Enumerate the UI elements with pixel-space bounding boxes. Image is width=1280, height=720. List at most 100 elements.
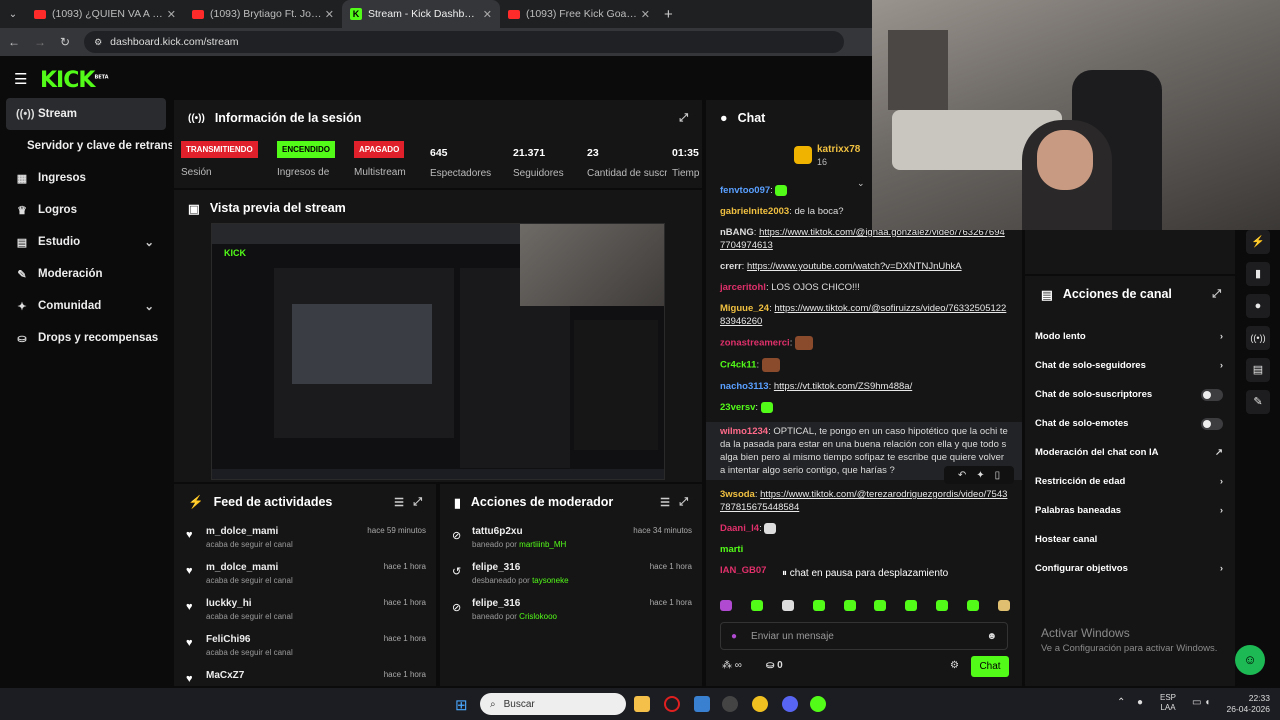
language-indicator[interactable]: ESP LAA	[1160, 693, 1176, 713]
gift-counter[interactable]: ⛀ 0	[766, 660, 783, 671]
expand-icon[interactable]: ⤢	[679, 112, 688, 125]
pin-icon[interactable]: ✦	[976, 470, 984, 481]
emote-icon[interactable]	[936, 600, 949, 611]
emote-icon[interactable]	[812, 600, 825, 611]
delete-icon[interactable]: ▯	[995, 470, 1001, 481]
close-tab-icon[interactable]: ✕	[483, 8, 492, 21]
close-tab-icon[interactable]: ✕	[167, 8, 176, 21]
subs-only-toggle[interactable]	[1201, 388, 1223, 401]
sidebar-item-ingresos[interactable]: ▦ Ingresos	[0, 162, 172, 194]
file-explorer-icon[interactable]	[634, 696, 650, 712]
chat-settings-icon[interactable]: ⚙	[950, 660, 959, 671]
close-tab-icon[interactable]: ✕	[641, 8, 650, 21]
session-info-title: Información de la sesión	[214, 111, 362, 125]
document-icon[interactable]: ▮	[1246, 262, 1270, 286]
support-icon[interactable]: ☺	[1235, 645, 1265, 675]
sidebar-item-stream[interactable]: ((•)) Stream	[6, 98, 166, 130]
kick-logo[interactable]: KICKBETA	[40, 68, 109, 93]
expand-icon[interactable]: ⤢	[679, 496, 688, 509]
emote-icon[interactable]	[905, 600, 918, 611]
channel-actions-panel: ▤ Acciones de canal ⤢ Modo lento › Chat de …	[1025, 276, 1235, 686]
emotes-only-toggle[interactable]	[1201, 417, 1223, 430]
clock[interactable]: 22:33 26-04-2026	[1226, 693, 1270, 715]
mic-icon[interactable]: ●	[731, 631, 737, 642]
wrench-icon: ✎	[17, 268, 27, 281]
chat-message: 3wsoda: https://www.tiktok.com/@terezaro…	[720, 489, 1008, 513]
send-chat-button[interactable]: Chat	[971, 656, 1009, 677]
emote-icon[interactable]	[843, 600, 856, 611]
heart-icon: ♥	[186, 565, 193, 577]
gift-icon: ⛀	[766, 660, 778, 671]
pause-icon: ⏸	[782, 568, 790, 579]
app-icon[interactable]	[694, 696, 710, 712]
tray-chevron-icon[interactable]: ⌃	[1117, 697, 1125, 708]
filter-icon[interactable]: ☰	[394, 496, 404, 509]
moderator-actions-header: ▮ Acciones de moderador ☰ ⤢	[454, 495, 688, 510]
emote-icon[interactable]	[997, 600, 1010, 611]
browser-tab-4[interactable]: (1093) Free Kick Goal Dimitri Pa✕	[500, 0, 658, 28]
chat-paused-notice[interactable]: ⏸ chat en pausa para desplazamiento	[776, 566, 955, 581]
new-tab-button[interactable]: +	[658, 6, 673, 23]
reply-icon[interactable]: ↶	[958, 470, 966, 481]
windows-start-icon[interactable]: ⊞	[455, 696, 468, 714]
search-icon: ⌕	[490, 698, 496, 710]
expand-icon[interactable]: ⤢	[413, 496, 422, 509]
sidebar-item-drops[interactable]: ⛀ Drops y recompensas	[0, 322, 172, 354]
sidebar-item-logros[interactable]: ♛ Logros	[0, 194, 172, 226]
browser-tab-1[interactable]: (1093) ¿QUIEN VA A GANAR LA✕	[26, 0, 184, 28]
action-configure-goals[interactable]: Configurar objetivos ›	[1025, 554, 1235, 583]
trophy-icon: ♛	[17, 204, 27, 217]
emote-icon[interactable]	[750, 600, 763, 611]
points-counter[interactable]: ⁂ ∞	[722, 660, 742, 671]
emote-icon[interactable]	[781, 600, 794, 611]
stat-followers: 21.371 Seguidores	[513, 147, 564, 179]
chrome-icon[interactable]	[752, 696, 768, 712]
expand-icon[interactable]: ⤢	[1212, 288, 1221, 301]
back-icon[interactable]: ←	[8, 35, 20, 49]
emote-icon[interactable]	[720, 600, 732, 611]
stream-preview-video[interactable]: KICK	[211, 223, 665, 480]
network-icon[interactable]: ▭ ◖	[1192, 697, 1210, 708]
sidebar-item-estudio[interactable]: ▤ Estudio ⌄	[0, 226, 172, 258]
taskbar-search[interactable]: ⌕ Buscar	[480, 693, 626, 715]
bolt-icon[interactable]: ⚡	[1246, 230, 1270, 254]
emote-icon	[760, 401, 773, 413]
emote-icon[interactable]	[874, 600, 887, 611]
action-host-channel[interactable]: Hostear canal	[1025, 525, 1235, 554]
pinned-user[interactable]: katrixx78	[817, 144, 860, 155]
stat-multistream: APAGADO Multistream	[354, 139, 406, 178]
sliders-icon[interactable]: ▤	[1246, 358, 1270, 382]
browser-tab-2[interactable]: (1093) Brytiago Ft. Jon Z - High✕	[184, 0, 342, 28]
action-followers-only[interactable]: Chat de solo-seguidores ›	[1025, 351, 1235, 380]
wrench-icon[interactable]: ✎	[1246, 390, 1270, 414]
emote-icon[interactable]	[967, 600, 979, 611]
site-info-icon[interactable]: ⚙	[94, 37, 102, 48]
forward-icon[interactable]: →	[34, 35, 46, 49]
url-field[interactable]: ⚙ dashboard.kick.com/stream	[84, 31, 845, 53]
tab-list-icon[interactable]: ⌄	[0, 9, 26, 20]
kick-app-icon[interactable]	[810, 696, 826, 712]
close-tab-icon[interactable]: ✕	[325, 8, 334, 21]
reload-icon[interactable]: ↻	[60, 35, 70, 49]
sidebar-item-moderacion[interactable]: ✎ Moderación	[0, 258, 172, 290]
sidebar-item-server-key[interactable]: Servidor y clave de retransmisión	[0, 130, 172, 162]
action-age-restriction[interactable]: Restricción de edad ›	[1025, 467, 1235, 496]
mic-tray-icon[interactable]: ●	[1137, 697, 1143, 708]
steam-icon[interactable]	[722, 696, 738, 712]
browser-tab-3[interactable]: K Stream - Kick Dashboard ✕	[342, 0, 500, 28]
chart-icon: ▦	[16, 172, 28, 185]
chat-message: 23versv:	[706, 401, 1022, 414]
action-slow-mode[interactable]: Modo lento ›	[1025, 322, 1235, 351]
action-ai-moderation[interactable]: Moderación del chat con IA ↗	[1025, 438, 1235, 467]
chevron-right-icon: ›	[1219, 476, 1223, 487]
chat-bubble-icon[interactable]: ●	[1246, 294, 1270, 318]
discord-icon[interactable]	[782, 696, 798, 712]
chat-input[interactable]: ● Enviar un mensaje ☻	[720, 622, 1008, 650]
broadcast-icon[interactable]: ((•))	[1246, 326, 1270, 350]
emoji-icon[interactable]: ☻	[986, 631, 997, 642]
filter-icon[interactable]: ☰	[660, 496, 670, 509]
action-banned-words[interactable]: Palabras baneadas ›	[1025, 496, 1235, 525]
menu-icon[interactable]: ☰	[14, 70, 27, 88]
opera-icon[interactable]	[664, 696, 680, 712]
sidebar-item-comunidad[interactable]: ✦ Comunidad ⌄	[0, 290, 172, 322]
